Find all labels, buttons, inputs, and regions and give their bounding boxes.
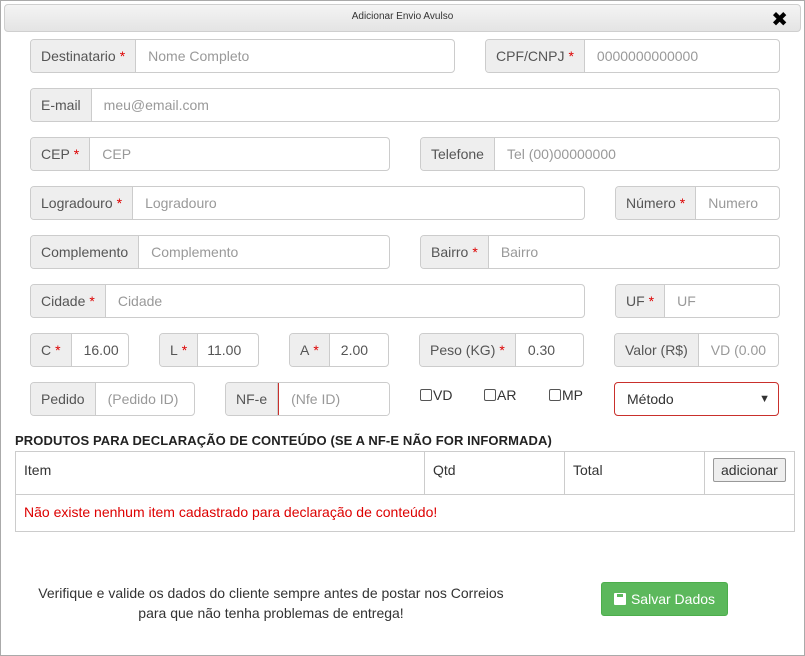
vd-checkbox-box[interactable] xyxy=(420,389,432,401)
l-label: L * xyxy=(160,334,199,366)
cpf-group: CPF/CNPJ * xyxy=(485,39,780,73)
column-header-total: Total xyxy=(565,452,705,494)
cep-label: CEP * xyxy=(31,138,91,170)
logradouro-input[interactable] xyxy=(133,187,584,219)
a-group: A * xyxy=(289,333,389,367)
email-input[interactable] xyxy=(91,89,779,121)
dialog-titlebar[interactable]: Adicionar Envio Avulso xyxy=(4,4,801,32)
cpf-input[interactable] xyxy=(584,40,779,72)
nfe-label: NF-e xyxy=(226,383,279,415)
telefone-label: Telefone xyxy=(421,138,495,170)
close-icon[interactable]: ✖ xyxy=(771,10,788,30)
valor-input[interactable] xyxy=(698,334,778,366)
pedido-input[interactable] xyxy=(95,383,194,415)
valor-group: Valor (R$) xyxy=(614,333,779,367)
mp-checkbox[interactable]: MP xyxy=(549,387,583,403)
logradouro-label: Logradouro * xyxy=(31,187,134,219)
products-table: Item Qtd Total adicionar Não existe nenh… xyxy=(15,451,795,532)
nfe-group: NF-e xyxy=(225,382,390,416)
column-header-item: Item xyxy=(16,452,425,494)
dialog-title: Adicionar Envio Avulso xyxy=(351,11,454,22)
c-group: C * xyxy=(30,333,129,367)
cpf-label: CPF/CNPJ * xyxy=(486,40,585,72)
complemento-group: Complemento xyxy=(30,235,390,269)
cidade-input[interactable] xyxy=(105,285,584,317)
save-icon xyxy=(613,593,626,605)
peso-label: Peso (KG) * xyxy=(420,334,516,366)
vd-checkbox-label: VD xyxy=(433,387,453,403)
pedido-group: Pedido xyxy=(30,382,195,416)
email-label: E-mail xyxy=(31,89,92,121)
peso-input[interactable] xyxy=(515,334,583,366)
destinatario-label: Destinatario * xyxy=(31,40,137,72)
footer-note: Verifique e valide os dados do cliente s… xyxy=(31,583,511,623)
complemento-label: Complemento xyxy=(31,236,140,268)
pedido-label: Pedido xyxy=(31,383,96,415)
vd-checkbox[interactable]: VD xyxy=(420,387,452,403)
ar-checkbox-label: AR xyxy=(497,387,517,403)
c-label: C * xyxy=(31,334,72,366)
destinatario-input[interactable] xyxy=(136,40,454,72)
empty-message: Não existe nenhum item cadastrado para d… xyxy=(24,504,438,520)
complemento-input[interactable] xyxy=(139,236,389,268)
method-select-value: Método xyxy=(627,391,674,407)
numero-group: Número * xyxy=(615,186,780,220)
logradouro-group: Logradouro * xyxy=(30,186,585,220)
numero-label: Número * xyxy=(616,187,697,219)
save-button-label: Salvar Dados xyxy=(630,591,716,607)
products-table-header: Item Qtd Total adicionar xyxy=(16,452,794,495)
valor-label: Valor (R$) xyxy=(615,334,699,366)
uf-label: UF * xyxy=(616,285,666,317)
numero-input[interactable] xyxy=(696,187,779,219)
c-input[interactable] xyxy=(71,334,128,366)
save-button[interactable]: Salvar Dados xyxy=(601,582,728,616)
dialog: Adicionar Envio Avulso ✖ Destinatario* C… xyxy=(0,0,805,656)
destinatario-group: Destinatario * xyxy=(30,39,455,73)
a-label: A * xyxy=(290,334,330,366)
telefone-group: Telefone xyxy=(420,137,780,171)
uf-group: UF * xyxy=(615,284,780,318)
mp-checkbox-box[interactable] xyxy=(549,389,561,401)
peso-group: Peso (KG) * xyxy=(419,333,584,367)
ar-checkbox[interactable]: AR xyxy=(484,387,516,403)
column-header-qtd: Qtd xyxy=(425,452,565,494)
chevron-down-icon: ▼ xyxy=(759,393,770,405)
uf-input[interactable] xyxy=(665,285,779,317)
column-header-actions: adicionar xyxy=(705,452,794,494)
cidade-label: Cidade * xyxy=(31,285,106,317)
bairro-input[interactable] xyxy=(488,236,779,268)
email-group: E-mail xyxy=(30,88,780,122)
bairro-label: Bairro * xyxy=(421,236,489,268)
cidade-group: Cidade * xyxy=(30,284,585,318)
method-select[interactable]: Método ▼ xyxy=(614,382,779,416)
ar-checkbox-box[interactable] xyxy=(484,389,496,401)
footer-note-line-2: para que não tenha problemas de entrega! xyxy=(138,605,404,621)
cep-group: CEP * xyxy=(30,137,390,171)
cep-input[interactable] xyxy=(90,138,389,170)
bairro-group: Bairro * xyxy=(420,235,780,269)
nfe-input[interactable] xyxy=(278,383,389,415)
telefone-input[interactable] xyxy=(494,138,779,170)
footer-note-line-1: Verifique e valide os dados do cliente s… xyxy=(38,585,504,601)
add-item-button[interactable]: adicionar xyxy=(713,458,786,482)
l-group: L * xyxy=(159,333,259,367)
mp-checkbox-label: MP xyxy=(562,387,583,403)
a-input[interactable] xyxy=(329,334,388,366)
l-input[interactable] xyxy=(198,334,258,366)
products-section-title: PRODUTOS PARA DECLARAÇÃO DE CONTEÚDO (SE… xyxy=(15,433,552,448)
